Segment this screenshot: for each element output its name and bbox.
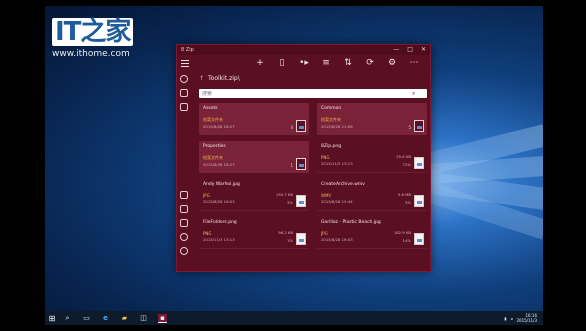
ithome-logo-text: IT之家 [52, 18, 134, 46]
ithome-logo: IT之家 [52, 18, 134, 46]
taskbar: ⊞ ⌕ ▭ e ▰ ◫ ▪ ▮ ◂ 16:16 2015/11/3 [45, 311, 543, 325]
document-icon[interactable] [180, 103, 188, 111]
hamburger-menu-icon[interactable] [181, 58, 189, 68]
list-view-icon[interactable]: ≡ [321, 57, 331, 69]
video-file-icon [414, 195, 424, 207]
item-name: Gorillaz - Plastic Beach.jpg [321, 220, 381, 225]
search-input[interactable] [202, 90, 412, 97]
item-compression: 3% [286, 200, 293, 205]
item-name: FileFolders.png [203, 220, 237, 225]
folder-thumbnail-icon [296, 120, 306, 132]
item-name: 8Zip.png [321, 144, 342, 149]
window-title: 8 Zip [181, 47, 194, 53]
item-name: Andy Warhol.jpg [203, 182, 240, 187]
folder-tile[interactable]: Properties 档案文件夹 2015/8/28 16:27 1 [199, 141, 309, 173]
image-file-icon [414, 157, 424, 169]
title-bar: 8 Zip — □ ✕ [177, 45, 430, 55]
share-icon[interactable]: ⟳ [365, 57, 375, 69]
8zip-icon[interactable]: ▪ [158, 313, 167, 323]
settings-icon[interactable]: ⚙ [387, 57, 397, 69]
more-icon[interactable]: ⋯ [409, 57, 419, 69]
item-name: Common [321, 106, 342, 111]
search-icon[interactable]: ⌕ [63, 314, 72, 323]
file-tile[interactable]: CreateArchive.wmv WMV 2015/8/28 15:44 5.… [317, 179, 427, 211]
image-file-icon [296, 233, 306, 245]
item-name: Assets [203, 106, 218, 111]
folder-tile[interactable]: Common 档案文件夹 2015/8/28 11:08 5 [317, 103, 427, 135]
item-size: 96.2 KB [278, 230, 293, 235]
store-icon[interactable]: ◫ [139, 314, 148, 323]
maximize-button[interactable]: □ [407, 46, 413, 54]
display-icon[interactable] [180, 205, 188, 213]
archive-icon[interactable] [180, 89, 188, 97]
item-compression: 14% [402, 238, 411, 243]
breadcrumb-path[interactable]: Toolkit.zip\ [208, 75, 240, 82]
file-tile[interactable]: Gorillaz - Plastic Beach.jpg JPG 2015/8/… [317, 217, 427, 249]
history-icon[interactable] [180, 75, 188, 83]
folder-thumbnail-icon [414, 120, 424, 132]
task-view-icon[interactable]: ▭ [82, 314, 91, 323]
image-file-icon [414, 233, 424, 245]
search-box[interactable]: ⌕ [199, 89, 427, 98]
arrow-right-icon[interactable]: •▸ [299, 57, 309, 69]
search-icon[interactable]: ⌕ [412, 90, 415, 98]
item-name: Properties [203, 144, 226, 149]
item-size: 25.8 KB [396, 154, 411, 159]
info-icon[interactable] [180, 233, 188, 241]
file-tile[interactable]: FileFolders.png PNG 2015/11/3 13:13 96.2… [199, 217, 309, 249]
close-button[interactable]: ✕ [421, 46, 426, 54]
file-tile[interactable]: Andy Warhol.jpg JPG 2015/8/28 16:03 150.… [199, 179, 309, 211]
item-type: 档案文件夹 [203, 155, 223, 160]
start-button[interactable]: ⊞ [45, 311, 59, 325]
storage-icon[interactable] [180, 219, 188, 227]
clock[interactable]: 16:16 2015/11/3 [516, 313, 537, 323]
letterbox-right [543, 0, 586, 331]
sort-icon[interactable]: ⇅ [343, 57, 353, 69]
item-count: 1 [290, 163, 293, 168]
item-type: 档案文件夹 [203, 117, 223, 122]
clock-date: 2015/11/3 [516, 318, 537, 323]
toolbar-icons: + ▯ •▸ ≡ ⇅ ⟳ ⚙ ⋯ [255, 57, 419, 69]
up-arrow-icon[interactable]: ↑ [199, 75, 204, 82]
taskbar-icons: ⌕ ▭ e ▰ ◫ ▪ [63, 313, 167, 323]
item-count: 5 [408, 125, 411, 130]
watermark-url: www.ithome.com [52, 49, 130, 59]
volume-icon[interactable]: ◂ [510, 316, 512, 321]
new-file-icon[interactable]: ▯ [277, 57, 287, 69]
image-file-icon [296, 195, 306, 207]
file-grid: Assets 档案文件夹 2015/8/28 16:27 4 Common 档案… [199, 103, 427, 249]
sidebar [177, 71, 191, 271]
item-size: 182.9 KB [393, 230, 411, 235]
letterbox-top [0, 0, 586, 6]
item-count: 4 [290, 125, 293, 130]
item-size: 5.8 MB [397, 192, 411, 197]
edge-icon[interactable]: e [101, 314, 110, 323]
ithome-watermark: IT之家 www.ithome.com [52, 18, 134, 59]
plus-icon[interactable]: + [255, 57, 265, 69]
item-compression: 1% [286, 238, 293, 243]
file-tile[interactable]: 8Zip.png PNG 2015/11/3 13:13 25.8 KB 72% [317, 141, 427, 173]
window-controls: — □ ✕ [393, 46, 426, 54]
feedback-icon[interactable] [180, 247, 188, 255]
explorer-icon[interactable]: ▰ [120, 314, 129, 323]
toolbar: + ▯ •▸ ≡ ⇅ ⟳ ⚙ ⋯ [177, 55, 430, 71]
minimize-button[interactable]: — [393, 46, 399, 54]
app-window: 8 Zip — □ ✕ + ▯ •▸ ≡ ⇅ ⟳ ⚙ ⋯ ↑ Toolkit.z [176, 44, 431, 272]
item-type: 档案文件夹 [321, 117, 341, 122]
breadcrumb: ↑ Toolkit.zip\ [199, 75, 240, 82]
letterbox-left [0, 0, 45, 331]
letterbox-bottom [0, 325, 586, 331]
item-name: CreateArchive.wmv [321, 182, 365, 187]
system-tray: ▮ ◂ 16:16 2015/11/3 [504, 313, 537, 323]
cloud-icon[interactable] [180, 191, 188, 199]
item-compression: 3% [404, 200, 411, 205]
folder-thumbnail-icon [296, 158, 306, 170]
network-icon[interactable]: ▮ [504, 316, 506, 321]
item-size: 150.7 KB [275, 192, 293, 197]
folder-tile[interactable]: Assets 档案文件夹 2015/8/28 16:27 4 [199, 103, 309, 135]
item-compression: 72% [402, 162, 411, 167]
